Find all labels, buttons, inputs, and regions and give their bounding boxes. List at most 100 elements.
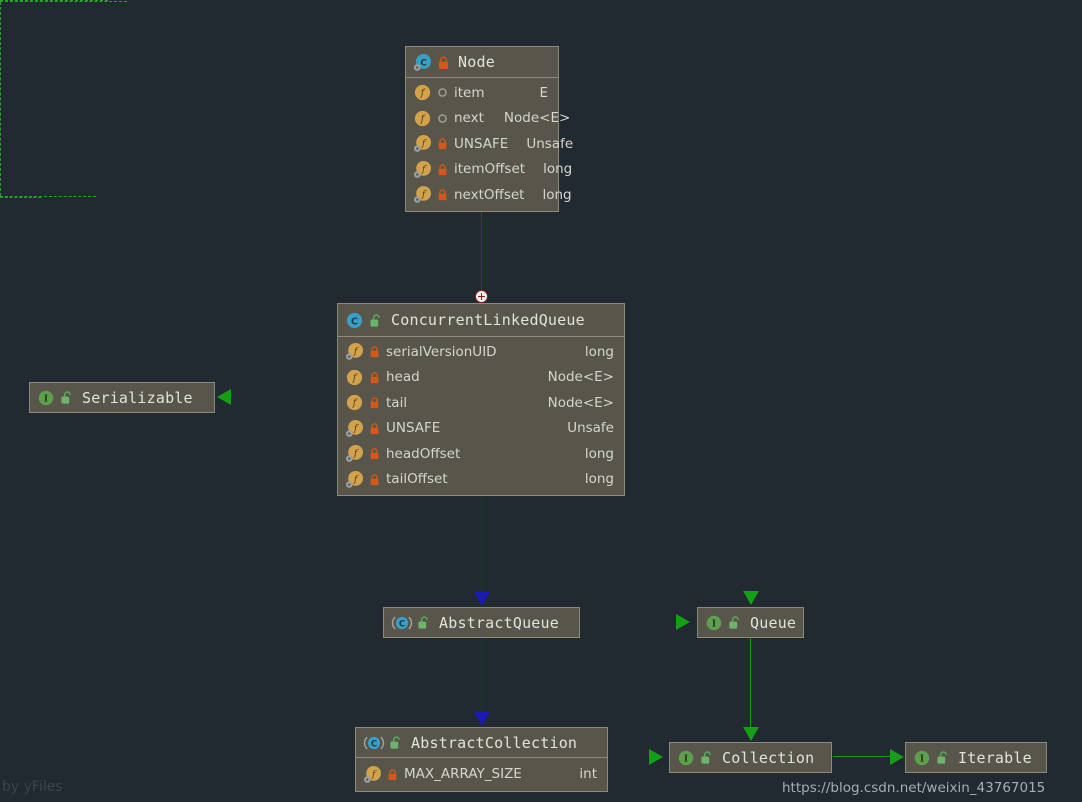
lock-open-green-icon (389, 735, 403, 750)
lock-closed-orange-icon (437, 137, 448, 150)
field-static-icon: f (345, 470, 364, 489)
uml-class-header[interactable]: C AbstractQueue (384, 608, 579, 637)
edge-collection-to-iterable (833, 756, 891, 757)
svg-text:I: I (44, 393, 49, 404)
uml-member-name: headOffset (386, 445, 461, 462)
uml-class-header[interactable]: C AbstractCollection (356, 728, 607, 758)
class-static-icon: C (413, 53, 432, 72)
field-static-icon: f (345, 444, 364, 463)
uml-diagram-canvas: C Node f item E f next Node<E> f UNSAFE … (0, 0, 1082, 802)
uml-member-name: itemOffset (454, 161, 526, 178)
edge-queue-to-collection (750, 638, 751, 728)
arrowhead-abstractqueue (474, 592, 490, 606)
uml-member-name: serialVersionUID (386, 343, 497, 360)
blog-url-watermark: https://blog.csdn.net/weixin_43767015 (782, 780, 1046, 796)
uml-class-name: Serializable (82, 388, 193, 407)
field-static-icon: f (413, 160, 432, 179)
arrowhead-iterable (890, 749, 904, 765)
uml-member-row[interactable]: f UNSAFE Unsafe (406, 131, 573, 157)
arrowhead-serializable (217, 389, 231, 405)
uml-member-row[interactable]: f item E (406, 80, 558, 106)
edge-abstractqueue-to-abstractcollection (481, 638, 482, 713)
svg-text:I: I (684, 753, 689, 764)
uml-member-list: f serialVersionUID long f head Node<E> f… (338, 337, 624, 495)
svg-text:C: C (351, 316, 358, 327)
yfiles-watermark: by yFiles (2, 779, 63, 795)
lock-open-green-icon (60, 390, 74, 405)
lock-open-green-icon (369, 313, 383, 328)
lock-closed-orange-icon (369, 422, 380, 435)
uml-class-name: AbstractQueue (439, 613, 559, 632)
uml-member-list: f MAX_ARRAY_SIZE int (356, 758, 607, 791)
uml-member-type: long (543, 161, 573, 178)
uml-member-row[interactable]: f MAX_ARRAY_SIZE int (356, 761, 607, 787)
lock-closed-orange-icon (369, 371, 380, 384)
uml-class-node[interactable]: C Node f item E f next Node<E> f UNSAFE … (405, 46, 573, 212)
uml-member-name: UNSAFE (386, 420, 441, 437)
uml-class-header[interactable]: I Queue (698, 608, 803, 637)
uml-class-name: Iterable (958, 748, 1032, 767)
uml-member-type: E (539, 84, 548, 101)
field-static-icon: f (363, 765, 382, 784)
uml-member-name: tailOffset (386, 471, 448, 488)
uml-member-row[interactable]: f itemOffset long (406, 157, 572, 183)
uml-interface-serializable[interactable]: I Serializable (29, 382, 215, 413)
uml-member-name: MAX_ARRAY_SIZE (404, 766, 522, 782)
uml-member-row[interactable]: f UNSAFE Unsafe (338, 416, 624, 442)
uml-member-name: tail (386, 394, 408, 411)
uml-member-row[interactable]: f nextOffset long (406, 182, 572, 208)
uml-class-header[interactable]: C ConcurrentLinkedQueue (338, 304, 624, 337)
package-private-icon (437, 113, 448, 124)
uml-interface-iterable[interactable]: I Iterable (905, 742, 1047, 773)
uml-member-type: int (579, 766, 597, 782)
package-private-icon (437, 87, 448, 98)
uml-class-header[interactable]: I Serializable (30, 383, 214, 412)
uml-class-header[interactable]: I Iterable (906, 743, 1046, 772)
edge-clq-to-abstractqueue (481, 492, 482, 593)
uml-member-type: long (584, 343, 614, 360)
uml-class-concurrentlinkedqueue[interactable]: C ConcurrentLinkedQueue f serialVersionU… (337, 303, 625, 496)
edge-abstractcollection-to-collection (0, 197, 41, 198)
uml-interface-collection[interactable]: I Collection (669, 742, 832, 773)
uml-class-header[interactable]: C Node (406, 47, 558, 78)
lock-closed-orange-icon (437, 188, 448, 201)
lock-open-green-icon (936, 750, 950, 765)
field-icon: f (345, 368, 364, 387)
field-static-icon: f (413, 185, 432, 204)
interface-icon: I (705, 614, 723, 632)
uml-member-name: item (454, 84, 485, 101)
uml-member-row[interactable]: f headOffset long (338, 441, 624, 467)
field-icon: f (413, 109, 432, 128)
uml-class-abstractqueue[interactable]: C AbstractQueue (383, 607, 580, 638)
uml-class-abstractcollection[interactable]: C AbstractCollection f MAX_ARRAY_SIZE in… (355, 727, 608, 792)
uml-member-type: Node<E> (547, 369, 614, 386)
lock-open-green-icon (728, 615, 742, 630)
lock-closed-orange-icon (387, 768, 398, 781)
lock-closed-orange-icon (437, 55, 450, 70)
svg-text:I: I (920, 753, 925, 764)
lock-closed-orange-icon (369, 396, 380, 409)
uml-member-list: f item E f next Node<E> f UNSAFE Unsafe … (406, 78, 573, 211)
uml-class-name: Node (458, 53, 495, 71)
lock-closed-orange-icon (437, 163, 448, 176)
uml-member-row[interactable]: f head Node<E> (338, 365, 624, 391)
uml-member-row[interactable]: f next Node<E> (406, 106, 570, 132)
uml-interface-queue[interactable]: I Queue (697, 607, 804, 638)
arrowhead-collection-from-queue (743, 727, 759, 741)
lock-open-green-icon (417, 615, 431, 630)
arrowhead-queue-from-abstractqueue (676, 614, 690, 630)
uml-class-name: ConcurrentLinkedQueue (391, 311, 585, 329)
svg-text:C: C (399, 619, 405, 629)
uml-class-header[interactable]: I Collection (670, 743, 831, 772)
inner-class-marker-icon (475, 290, 488, 303)
uml-member-name: nextOffset (454, 186, 525, 203)
uml-member-row[interactable]: f serialVersionUID long (338, 339, 624, 365)
uml-class-name: AbstractCollection (411, 733, 578, 752)
class-icon: C (345, 311, 364, 330)
uml-member-row[interactable]: f tail Node<E> (338, 390, 624, 416)
uml-class-name: Queue (750, 613, 797, 632)
uml-member-row[interactable]: f tailOffset long (338, 467, 624, 493)
interface-icon: I (37, 389, 55, 407)
uml-member-type: long (584, 445, 614, 462)
uml-member-type: Node<E> (503, 110, 571, 127)
